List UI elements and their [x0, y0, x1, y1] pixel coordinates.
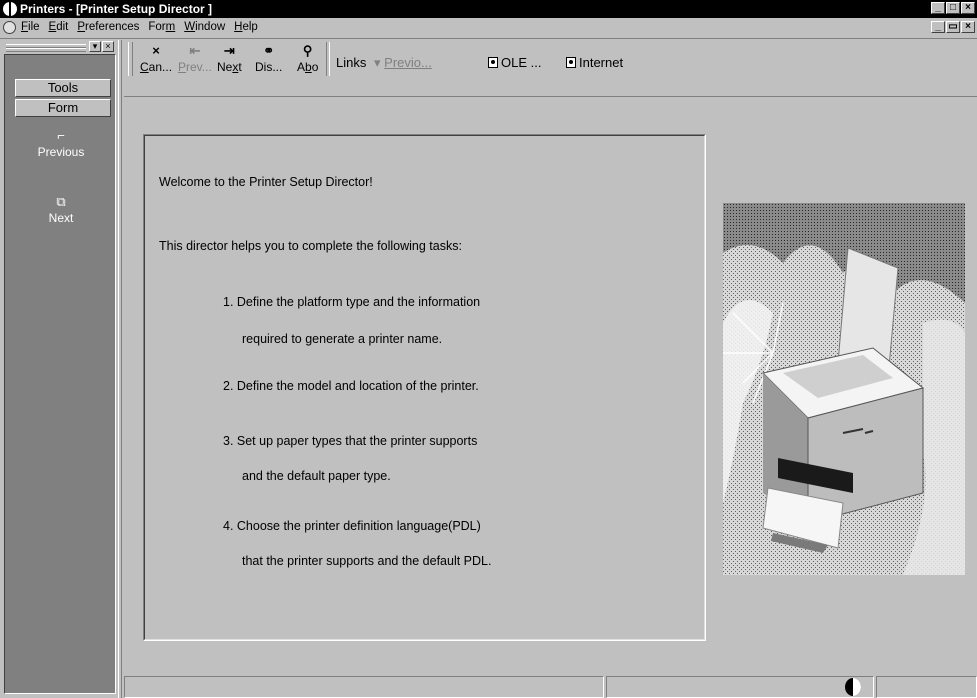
maximize-button[interactable]: □ — [946, 2, 960, 14]
task4-line1: 4. Choose the printer definition languag… — [223, 519, 481, 533]
status-segment-right — [876, 676, 977, 698]
menu-help[interactable]: Help — [234, 21, 258, 33]
status-bar — [124, 676, 977, 698]
side-next-label: Next — [48, 211, 74, 225]
document-icon[interactable] — [3, 21, 16, 34]
panel-dropdown-button[interactable]: ▾ — [89, 41, 101, 52]
internet-link[interactable]: Internet — [566, 55, 623, 70]
toolbar: × Can... ⇤ Prev... ⇥ Next ⚭ Dis... ⚲ Abo… — [124, 40, 977, 96]
content-frame: Welcome to the Printer Setup Director! T… — [143, 134, 706, 641]
globe-icon — [845, 678, 861, 696]
toolbar-divider — [124, 96, 977, 98]
side-previous-label: Previous — [37, 145, 85, 159]
printer-illustration — [723, 203, 965, 575]
cancel-button[interactable]: × Can... — [140, 43, 172, 75]
side-panel-header: ▾ × — [4, 40, 116, 54]
menu-window[interactable]: Window — [184, 21, 225, 33]
status-segment-main — [124, 676, 604, 698]
mdi-close-button[interactable]: × — [961, 21, 975, 33]
panel-splitter[interactable] — [118, 40, 122, 698]
next-button[interactable]: ⇥ Next — [217, 43, 242, 75]
prev-icon: ⇤ — [189, 43, 201, 58]
internet-icon — [566, 57, 576, 68]
close-button[interactable]: × — [961, 2, 975, 14]
side-next-action[interactable]: ⧉ Next — [11, 194, 111, 226]
menu-edit[interactable]: Edit — [49, 21, 69, 33]
task1-line1: 1. Define the platform type and the info… — [223, 295, 481, 309]
dropdown-arrow-icon: ▾ — [374, 55, 381, 70]
app-icon[interactable] — [3, 2, 17, 16]
links-label: Links — [336, 55, 367, 70]
tools-button[interactable]: Tools — [15, 79, 111, 97]
menu-preferences[interactable]: Preferences — [77, 21, 139, 33]
status-segment-middle — [606, 676, 874, 698]
about-button[interactable]: ⚲ Abo — [297, 43, 318, 75]
toolbar-separator — [326, 42, 330, 76]
menu-file[interactable]: File — [21, 21, 40, 33]
panel-grip-line — [6, 48, 86, 52]
panel-close-button[interactable]: × — [102, 41, 114, 52]
side-panel: Tools Form ⌐ Previous ⧉ Next — [4, 54, 116, 694]
title-bar: Printers - [Printer Setup Director ] _ □… — [0, 0, 977, 18]
minimize-button[interactable]: _ — [931, 2, 945, 14]
task3-line1: 3. Set up paper types that the printer s… — [223, 434, 478, 448]
mdi-minimize-button[interactable]: _ — [931, 21, 945, 33]
display-button[interactable]: ⚭ Dis... — [255, 43, 282, 75]
toolbar-grip[interactable] — [128, 42, 133, 76]
task1-line2: required to generate a printer name. — [242, 332, 443, 346]
intro-text: This director helps you to complete the … — [159, 239, 462, 253]
form-button[interactable]: Form — [15, 99, 111, 117]
side-previous-action[interactable]: ⌐ Previous — [11, 128, 111, 160]
next-icon: ⇥ — [223, 43, 235, 58]
display-icon: ⚭ — [263, 43, 275, 58]
task3-line2: and the default paper type. — [242, 469, 391, 483]
ole-icon — [488, 57, 498, 68]
mdi-restore-button[interactable]: ▭ — [946, 21, 960, 33]
previous-link[interactable]: ▾ Previo... — [374, 55, 432, 71]
cancel-icon: × — [152, 43, 160, 58]
task2-text: 2. Define the model and location of the … — [223, 379, 479, 393]
about-icon: ⚲ — [302, 43, 313, 58]
next-icon: ⧉ — [56, 194, 66, 209]
welcome-text: Welcome to the Printer Setup Director! — [159, 175, 373, 189]
prev-button[interactable]: ⇤ Prev... — [178, 43, 212, 75]
previous-icon: ⌐ — [57, 128, 65, 143]
window-title: Printers - [Printer Setup Director ] — [20, 2, 213, 16]
ole-link[interactable]: OLE ... — [488, 55, 541, 70]
task4-line2: that the printer supports and the defaul… — [242, 554, 492, 568]
menu-bar: File Edit Preferences Form Window Help _… — [0, 18, 977, 39]
menu-form[interactable]: Form — [148, 21, 175, 33]
